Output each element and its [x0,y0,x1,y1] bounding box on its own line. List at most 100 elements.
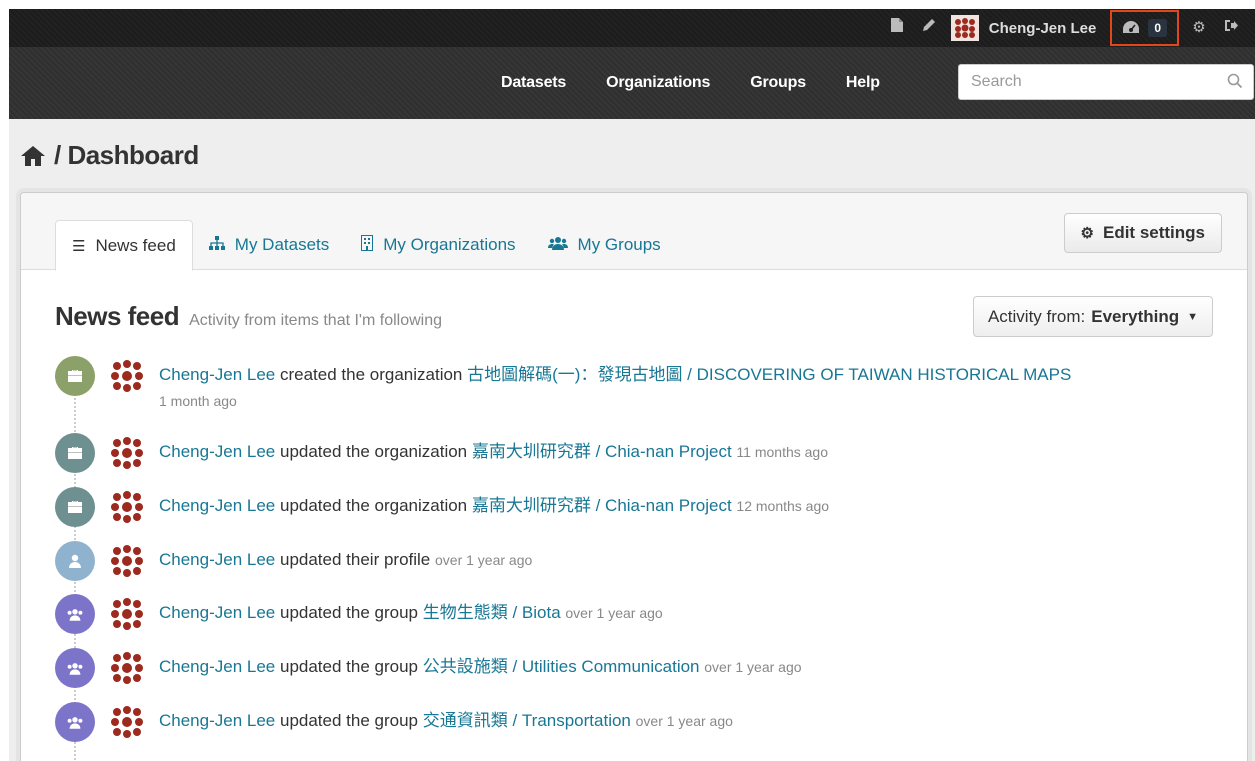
search-icon[interactable] [1227,73,1243,94]
briefcase-icon [55,433,95,473]
nav-groups[interactable]: Groups [750,74,806,92]
file-icon[interactable] [881,9,913,47]
activity-action: updated the group [275,603,423,622]
avatar[interactable] [107,356,147,396]
activity-text: Cheng-Jen Lee updated the organization 嘉… [159,433,828,463]
activity-item: Cheng-Jen Lee updated the group 交通資訊類 / … [55,702,733,742]
edit-settings-button[interactable]: ⚙ Edit settings [1063,213,1222,253]
tab-label: My Organizations [383,235,516,254]
sign-out-icon[interactable] [1215,9,1247,47]
user-name: Cheng-Jen Lee [988,19,1097,37]
activity-text: Cheng-Jen Lee created the organization 古… [159,356,1071,412]
nav-organizations[interactable]: Organizations [606,74,710,92]
group-icon [55,702,95,742]
dashboard-link[interactable]: 0 [1110,10,1179,46]
tab-my-organizations[interactable]: My Organizations [345,220,531,270]
group-icon [55,594,95,634]
user-avatar [950,15,979,41]
home-icon[interactable] [20,144,46,168]
list-icon: ☰ [72,237,86,255]
activity-text: Cheng-Jen Lee updated the group 公共設施類 / … [159,648,802,678]
gear-icon[interactable]: ⚙ [1183,9,1215,47]
avatar[interactable] [107,594,147,634]
building-icon [361,235,374,255]
activity-object-link[interactable]: 嘉南大圳研究群 / Chia-nan Project [472,496,732,515]
tab-label: News feed [95,235,176,255]
activity-action: created the organization [275,365,468,384]
activity-actor-link[interactable]: Cheng-Jen Lee [159,365,275,384]
activity-item: Cheng-Jen Lee updated the group 公共設施類 / … [55,648,802,688]
edit-settings-label: Edit settings [1102,223,1205,242]
account-bar: Cheng-Jen Lee 0 ⚙ [9,9,1255,47]
activity-timestamp: over 1 year ago [565,605,663,621]
tab-label: My Datasets [234,235,330,254]
activity-text: Cheng-Jen Lee updated the group 交通資訊類 / … [159,702,733,732]
activity-timestamp: over 1 year ago [435,552,533,568]
group-icon [55,648,95,688]
dashboard-count-badge: 0 [1148,19,1167,37]
avatar[interactable] [107,541,147,581]
sitemap-icon [208,236,225,254]
dashboard-panel: ☰ News feed My Datasets My Organizations [20,192,1248,761]
activity-text: Cheng-Jen Lee updated their profile over… [159,541,532,571]
activity-actor-link[interactable]: Cheng-Jen Lee [159,550,275,569]
activity-object-link[interactable]: 嘉南大圳研究群 / Chia-nan Project [472,442,732,461]
activity-text: Cheng-Jen Lee updated the organization 嘉… [159,487,829,517]
breadcrumb: / Dashboard [20,140,199,171]
activity-actor-link[interactable]: Cheng-Jen Lee [159,603,275,622]
activity-item: Cheng-Jen Lee updated the organization 嘉… [55,433,828,473]
activity-timestamp: 12 months ago [736,498,830,514]
user-icon [55,541,95,581]
activity-action: updated the organization [275,496,472,515]
nav-help[interactable]: Help [846,74,880,92]
briefcase-icon [55,487,95,527]
activity-item: Cheng-Jen Lee updated the group 生物生態類 / … [55,594,663,634]
tab-strip: ☰ News feed My Datasets My Organizations [21,193,1247,271]
feed-subtitle: Activity from items that I'm following [189,312,443,329]
main-nav: Datasets Organizations Groups Help [481,47,900,119]
gear-icon: ⚙ [1080,225,1094,242]
activity-timestamp: over 1 year ago [704,659,802,675]
activity-actor-link[interactable]: Cheng-Jen Lee [159,442,275,461]
tab-my-datasets[interactable]: My Datasets [193,220,345,270]
activity-action: updated the organization [275,442,472,461]
activity-action: updated the group [275,657,423,676]
activity-actor-link[interactable]: Cheng-Jen Lee [159,496,275,515]
account-items: Cheng-Jen Lee 0 ⚙ [881,9,1247,47]
tab-news-feed[interactable]: ☰ News feed [55,220,193,271]
dashboard-icon [1122,20,1140,37]
briefcase-icon [55,356,95,396]
masthead: Datasets Organizations Groups Help [9,47,1255,119]
activity-item: Cheng-Jen Lee created the organization 古… [55,356,1071,412]
avatar[interactable] [107,648,147,688]
activity-object-link[interactable]: 公共設施類 / Utilities Communication [423,657,700,676]
caret-down-icon: ▼ [1187,310,1198,323]
dashboard-tabs: ☰ News feed My Datasets My Organizations [55,220,677,271]
avatar[interactable] [107,433,147,473]
activity-actor-link[interactable]: Cheng-Jen Lee [159,657,275,676]
pencil-icon[interactable] [913,9,945,47]
activity-object-link[interactable]: 古地圖解碼(一)：發現古地圖 / DISCOVERING OF TAIWAN H… [467,365,1071,384]
activity-filter-dropdown[interactable]: Activity from: Everything ▼ [972,296,1213,337]
page-title: / Dashboard [54,140,199,170]
activity-object-link[interactable]: 交通資訊類 / Transportation [423,711,631,730]
avatar[interactable] [107,487,147,527]
activity-object-link[interactable]: 生物生態類 / Biota [423,603,561,622]
nav-datasets[interactable]: Datasets [501,74,566,92]
feed-heading: News feed Activity from items that I'm f… [55,301,442,332]
group-icon [547,236,568,254]
user-menu-link[interactable]: Cheng-Jen Lee [945,15,1107,41]
activity-filter-prefix: Activity from: [987,306,1086,326]
avatar[interactable] [107,702,147,742]
search-input[interactable] [959,65,1209,99]
search-box [958,64,1254,100]
feed-title: News feed [55,301,180,331]
activity-filter-value: Everything [1091,306,1180,326]
activity-action: updated their profile [275,550,431,569]
activity-item: Cheng-Jen Lee updated their profile over… [55,541,532,581]
activity-actor-link[interactable]: Cheng-Jen Lee [159,711,275,730]
tab-my-groups[interactable]: My Groups [532,220,677,270]
activity-timestamp: 11 months ago [736,444,828,460]
activity-timestamp: 1 month ago [159,393,237,409]
activity-action: updated the group [275,711,423,730]
